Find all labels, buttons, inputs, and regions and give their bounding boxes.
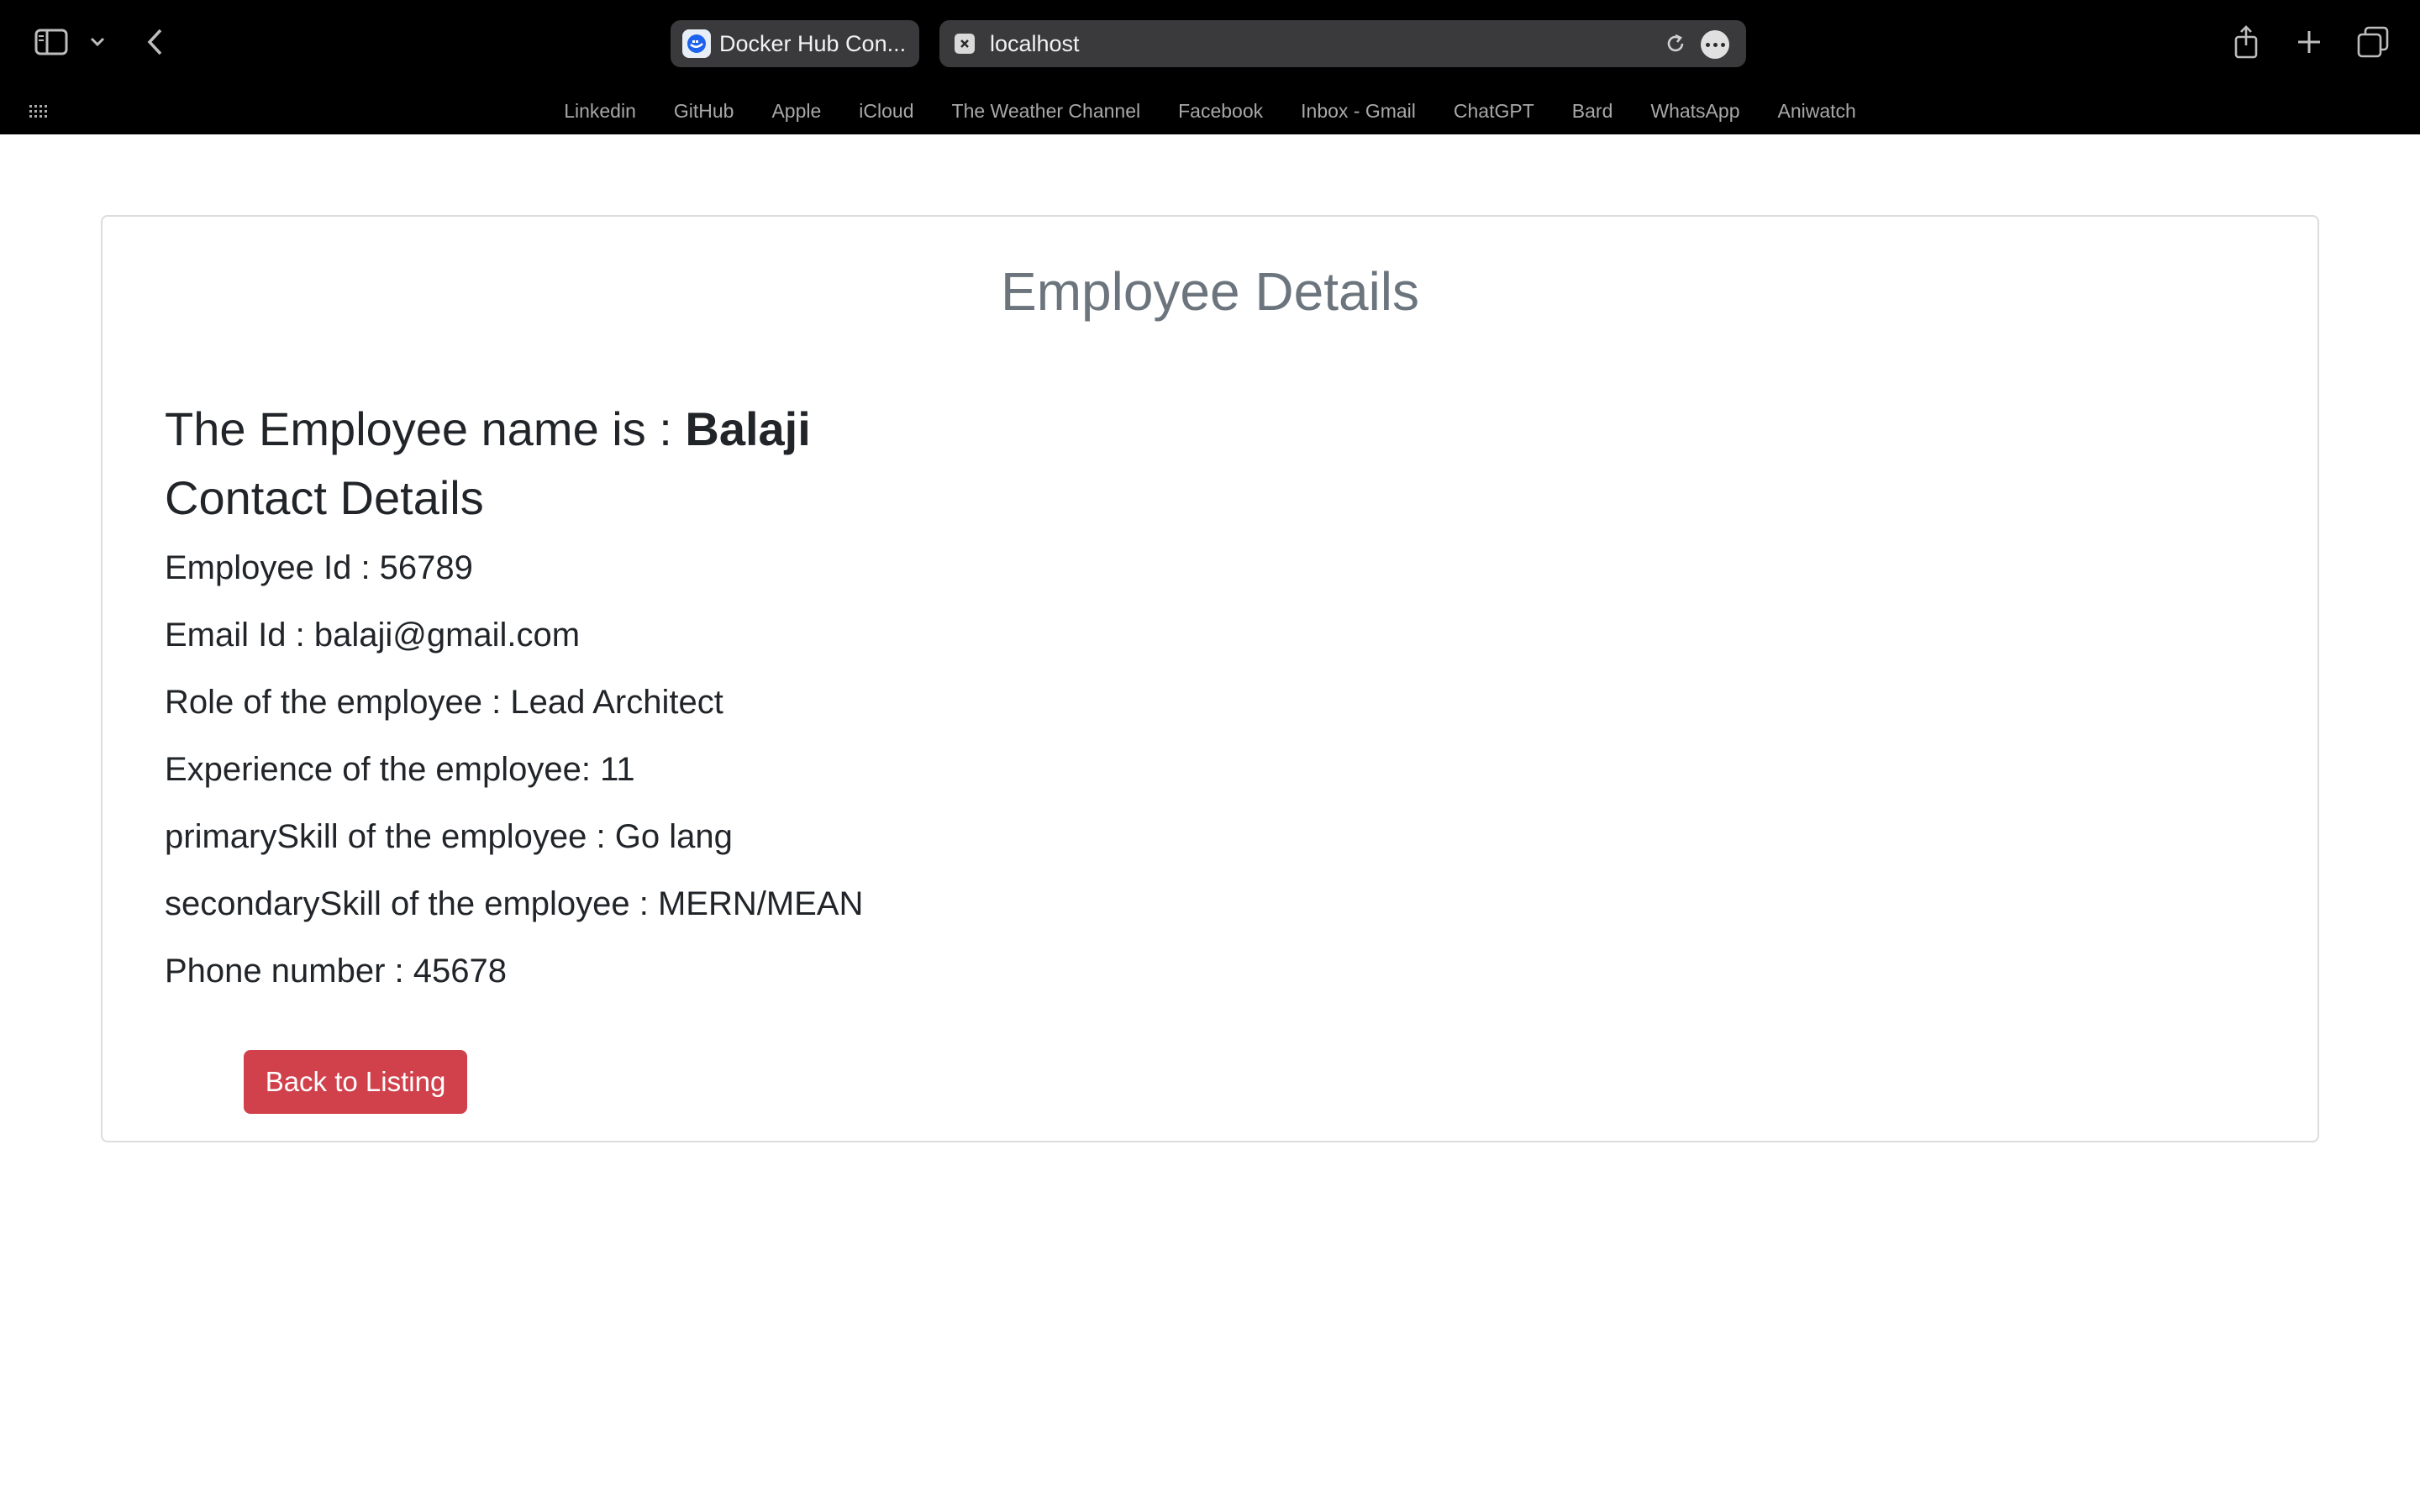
share-icon[interactable] <box>2232 24 2260 60</box>
bookmark-icloud[interactable]: iCloud <box>859 96 913 126</box>
employee-experience: Experience of the employee: 11 <box>165 751 635 788</box>
employee-role: Role of the employee : Lead Architect <box>165 684 723 721</box>
employee-details-card: Employee Details The Employee name is : … <box>101 215 2319 1142</box>
more-options-icon[interactable] <box>1701 30 1729 59</box>
browser-toolbar: Docker Hub Con... localhost <box>0 0 2420 87</box>
new-tab-icon[interactable] <box>2294 25 2324 59</box>
reload-icon[interactable] <box>1662 30 1689 57</box>
page-title: Employee Details <box>1001 261 1419 322</box>
employee-name: Balaji <box>685 402 811 455</box>
employee-id: Employee Id : 56789 <box>165 549 473 586</box>
bookmark-gmail[interactable]: Inbox - Gmail <box>1301 96 1416 126</box>
bookmark-facebook[interactable]: Facebook <box>1178 96 1263 126</box>
bookmark-aniwatch[interactable]: Aniwatch <box>1777 96 1855 126</box>
employee-name-line: The Employee name is : Balaji <box>165 402 811 456</box>
employee-primary-skill: primarySkill of the employee : Go lang <box>165 818 733 855</box>
tab-docker-hub[interactable]: Docker Hub Con... <box>671 20 919 67</box>
bookmark-weather-channel[interactable]: The Weather Channel <box>952 96 1141 126</box>
address-bar[interactable]: localhost <box>939 20 1746 67</box>
bookmark-bard[interactable]: Bard <box>1572 96 1613 126</box>
employee-name-prefix: The Employee name is : <box>165 402 686 455</box>
chevron-down-icon[interactable] <box>87 30 108 54</box>
employee-phone: Phone number : 45678 <box>165 953 507 990</box>
tab-title: Docker Hub Con... <box>719 30 907 56</box>
bookmark-list: Linkedin GitHub Apple iCloud The Weather… <box>0 96 2420 126</box>
employee-email: Email Id : balaji@gmail.com <box>165 617 581 654</box>
bookmark-whatsapp[interactable]: WhatsApp <box>1650 96 1739 126</box>
sidebar-toggle-icon[interactable] <box>32 25 71 59</box>
bookmark-apple[interactable]: Apple <box>771 96 821 126</box>
tab-overview-icon[interactable] <box>2356 25 2390 59</box>
url-text: localhost <box>990 31 1080 56</box>
bookmark-linkedin[interactable]: Linkedin <box>564 96 636 126</box>
bookmark-chatgpt[interactable]: ChatGPT <box>1454 96 1534 126</box>
docker-icon <box>682 29 711 58</box>
contact-details-heading: Contact Details <box>165 471 484 524</box>
close-tab-icon[interactable] <box>955 34 975 54</box>
back-to-listing-button[interactable]: Back to Listing <box>244 1050 467 1114</box>
employee-secondary-skill: secondarySkill of the employee : MERN/ME… <box>165 885 864 922</box>
back-arrow-icon[interactable] <box>143 25 166 59</box>
bookmark-github[interactable]: GitHub <box>674 96 734 126</box>
